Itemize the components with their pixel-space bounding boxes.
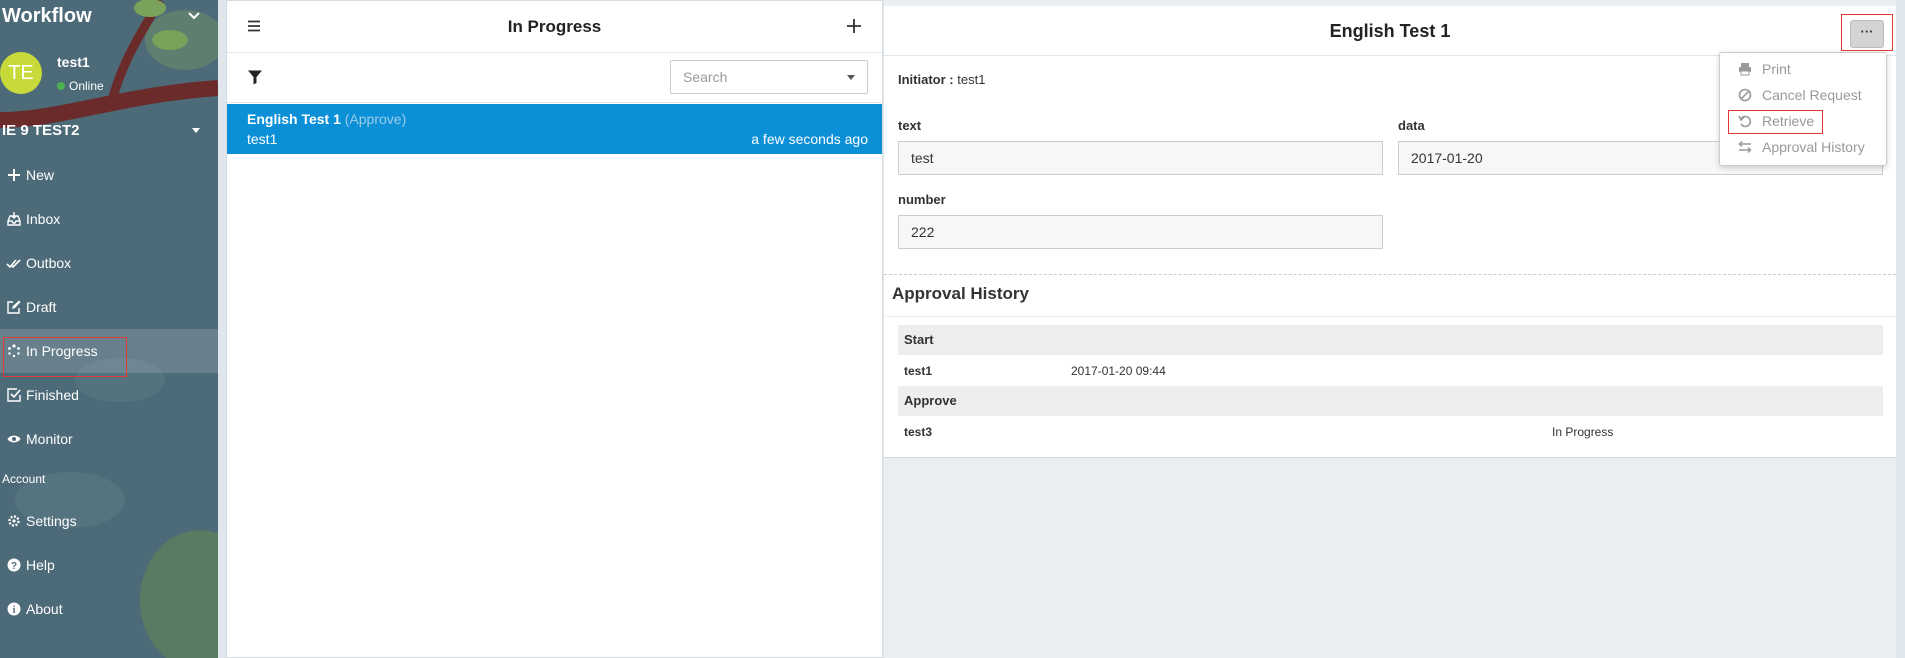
- account-section-label: Account: [2, 472, 46, 486]
- filter-icon[interactable]: [247, 69, 263, 85]
- search-placeholder: Search: [683, 69, 728, 85]
- organization-name[interactable]: IE 9 TEST2: [2, 122, 80, 139]
- sidebar-header[interactable]: Workflow: [0, 0, 218, 32]
- actions-dropdown-menu: Print Cancel Request Retrieve Approval H…: [1719, 52, 1887, 166]
- menu-item-label: Cancel Request: [1762, 87, 1862, 103]
- approval-history-title: Approval History: [892, 284, 1029, 303]
- add-icon[interactable]: [846, 18, 862, 34]
- menu-item-label: Print: [1762, 61, 1791, 77]
- section-divider: [884, 274, 1896, 275]
- sidebar-item-label: Help: [26, 557, 55, 573]
- sidebar-item-monitor[interactable]: Monitor: [0, 417, 218, 461]
- app-title: Workflow: [2, 5, 92, 27]
- gear-icon: [6, 513, 22, 529]
- list-item-time: a few seconds ago: [751, 131, 868, 147]
- approval-step-time: 2017-01-20 09:44: [1071, 364, 1166, 378]
- list-item-title: English Test 1: [247, 111, 341, 127]
- detail-header: English Test 1 ···: [884, 6, 1896, 56]
- text-field-label: text: [898, 118, 922, 133]
- sidebar-item-label: Draft: [26, 299, 57, 315]
- sidebar-item-new[interactable]: New: [0, 153, 218, 197]
- sidebar-item-settings[interactable]: Settings: [0, 499, 218, 543]
- caret-down-icon[interactable]: [192, 128, 200, 133]
- initiator-value: test1: [957, 72, 986, 87]
- sidebar: Workflow TE test1 Online IE 9 TEST2 New …: [0, 0, 218, 658]
- list-item-selected[interactable]: English Test 1 (Approve) test1 a few sec…: [227, 104, 882, 154]
- list-item-title-line: English Test 1 (Approve): [247, 111, 406, 127]
- svg-text:i: i: [13, 605, 16, 616]
- dropdown-arrow-icon: [847, 75, 855, 80]
- list-panel: In Progress Search English Test 1 (Appro…: [226, 0, 883, 658]
- sidebar-item-draft[interactable]: Draft: [0, 285, 218, 329]
- list-item-status: (Approve): [344, 111, 407, 127]
- edit-icon: [6, 299, 22, 315]
- initiator-label: Initiator :: [898, 72, 954, 87]
- menu-item-approval-history[interactable]: Approval History: [1720, 135, 1886, 159]
- online-dot-icon: [57, 82, 65, 90]
- sidebar-item-label: About: [26, 601, 63, 617]
- sidebar-item-about[interactable]: i About: [0, 587, 218, 631]
- highlight-box-retrieve: [1728, 110, 1823, 134]
- ban-icon: [1738, 88, 1752, 102]
- sidebar-item-label: Settings: [26, 513, 77, 529]
- history-icon: [1738, 140, 1752, 154]
- avatar[interactable]: TE: [0, 52, 42, 94]
- list-item-user: test1: [247, 131, 278, 147]
- menu-item-cancel-request[interactable]: Cancel Request: [1720, 83, 1886, 107]
- svg-text:?: ?: [11, 561, 17, 572]
- highlight-box-more-button: [1841, 14, 1893, 51]
- detail-title: English Test 1: [1329, 21, 1451, 41]
- data-field-label: data: [1398, 118, 1425, 133]
- user-name: test1: [57, 54, 90, 70]
- approval-step-header-start: Start: [898, 325, 1883, 355]
- double-check-icon: [6, 255, 22, 271]
- approval-history-divider: [884, 316, 1896, 317]
- sidebar-item-inbox[interactable]: Inbox: [0, 197, 218, 241]
- approval-step-status: In Progress: [1552, 425, 1614, 439]
- highlight-box-in-progress: [3, 337, 127, 377]
- sidebar-item-label: New: [26, 167, 55, 183]
- sidebar-item-help[interactable]: ? Help: [0, 543, 218, 587]
- menu-item-label: Approval History: [1762, 139, 1865, 155]
- plus-icon: [6, 167, 22, 183]
- inbox-icon: [6, 211, 22, 227]
- search-select[interactable]: Search: [670, 60, 868, 94]
- approval-step-header-approve: Approve: [898, 386, 1883, 416]
- print-icon: [1739, 63, 1751, 76]
- sidebar-item-finished[interactable]: Finished: [0, 373, 218, 417]
- initiator-line: Initiator : test1: [898, 72, 985, 87]
- text-field[interactable]: test: [898, 141, 1383, 175]
- sidebar-item-label: Monitor: [26, 431, 73, 447]
- info-circle-icon: i: [6, 601, 22, 617]
- sidebar-item-label: Inbox: [26, 211, 61, 227]
- list-panel-header: In Progress: [227, 1, 882, 53]
- number-field[interactable]: 222: [898, 215, 1383, 249]
- approval-step-user: test1: [904, 364, 933, 378]
- eye-icon: [6, 431, 22, 447]
- sidebar-item-outbox[interactable]: Outbox: [0, 241, 218, 285]
- list-panel-title: In Progress: [507, 17, 602, 36]
- user-status-text: Online: [69, 79, 104, 93]
- chevron-down-icon[interactable]: [186, 7, 202, 23]
- question-circle-icon: ?: [6, 557, 22, 573]
- sidebar-item-label: Outbox: [26, 255, 72, 271]
- filter-bar: Search: [227, 53, 882, 103]
- menu-item-print[interactable]: Print: [1720, 57, 1886, 81]
- check-square-icon: [6, 387, 22, 403]
- approval-step-user: test3: [904, 425, 933, 439]
- user-status: Online: [57, 79, 104, 93]
- number-field-label: number: [898, 192, 946, 207]
- sidebar-item-label: Finished: [26, 387, 79, 403]
